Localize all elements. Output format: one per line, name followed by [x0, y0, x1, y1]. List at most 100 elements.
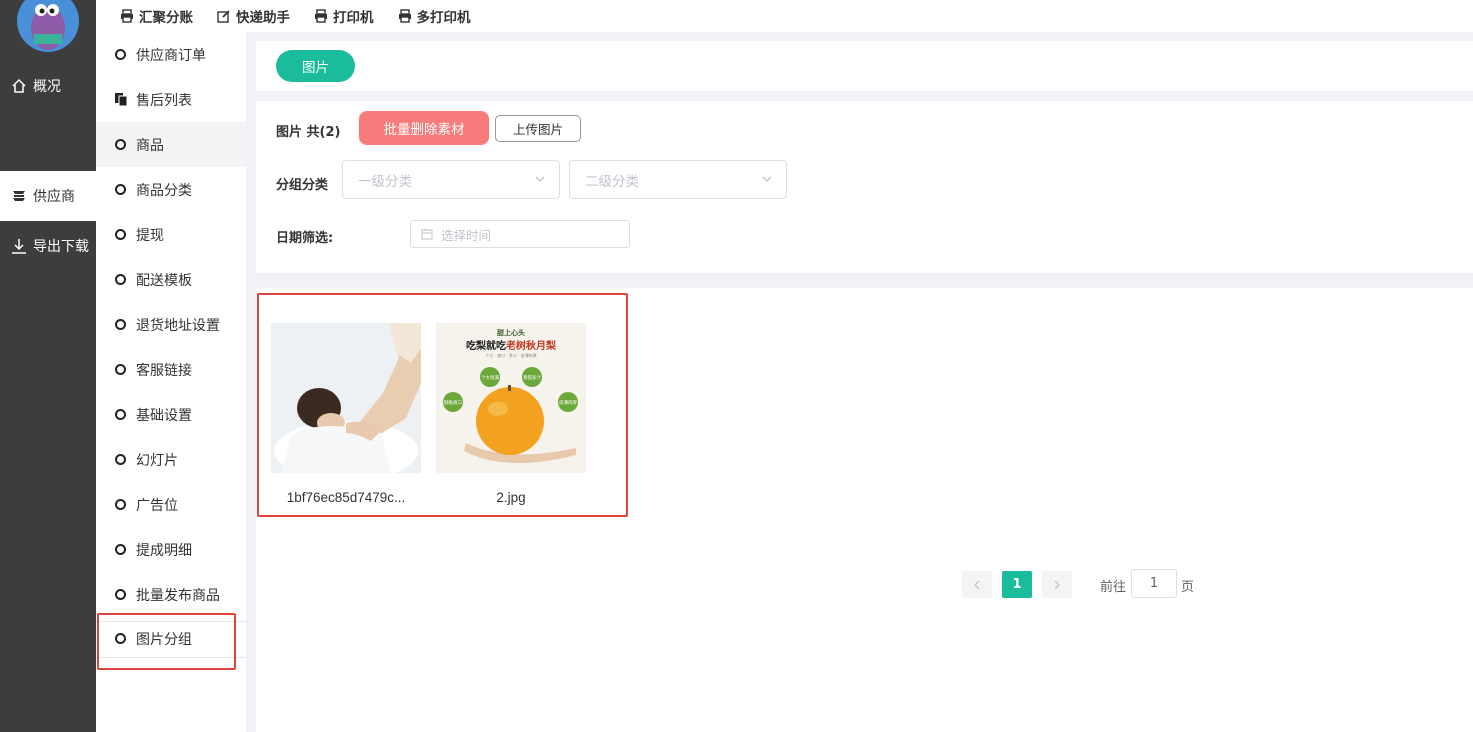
avatar[interactable]: [17, 0, 79, 52]
poster-tagline: 个大 · 爽口 · 多汁 · 皮薄肉厚: [485, 352, 536, 358]
menu-item-withdraw[interactable]: 提现: [96, 212, 246, 257]
menu-item-label: 提成明细: [136, 542, 192, 559]
date-placeholder: 选择时间: [441, 227, 492, 243]
menu-item-basic-settings[interactable]: 基础设置: [96, 392, 246, 437]
menu-item-supplier-orders[interactable]: 供应商订单: [96, 32, 246, 77]
date-filter-label: 日期筛选:: [276, 231, 334, 246]
level1-category-select[interactable]: 一级分类: [342, 160, 560, 199]
circle-icon: [115, 364, 126, 375]
image-count-title: 图片 共(2): [276, 125, 341, 140]
menu-item-label: 配送模板: [136, 272, 192, 289]
menu-item-service-link[interactable]: 客服链接: [96, 347, 246, 392]
circle-icon: [115, 229, 126, 240]
circle-icon: [115, 499, 126, 510]
menu-item-products[interactable]: 商品: [96, 122, 246, 167]
chevron-down-icon: [535, 176, 545, 182]
menu-item-delivery-template[interactable]: 配送模板: [96, 257, 246, 302]
circle-icon: [115, 274, 126, 285]
circle-icon: [115, 544, 126, 555]
top-btn-label: 打印机: [333, 10, 374, 26]
menu-item-label: 商品: [136, 137, 164, 154]
copy-icon: [115, 93, 128, 107]
poster-brand: 甜上心头: [497, 328, 525, 337]
rail-item-supplier[interactable]: 供应商: [0, 171, 96, 221]
select-placeholder: 二级分类: [585, 173, 639, 190]
print-icon: [314, 9, 328, 23]
secondary-menu: 供应商订单 售后列表 商品 商品分类 提现 配送模板 退货地址设置 客服链接 基…: [96, 32, 246, 732]
select-placeholder: 一级分类: [358, 173, 412, 190]
poster-headline-b: 老树秋月梨: [505, 339, 557, 352]
edit-icon: [217, 9, 231, 23]
page-number-current[interactable]: 1: [1002, 571, 1032, 598]
top-btn-label: 汇聚分账: [139, 10, 193, 26]
menu-item-label: 广告位: [136, 497, 178, 514]
circle-icon: [115, 454, 126, 465]
image-name: 2.jpg: [496, 490, 526, 505]
circle-icon: [115, 589, 126, 600]
top-btn-printer[interactable]: 打印机: [314, 6, 374, 26]
circle-icon: [115, 184, 126, 195]
menu-item-label: 基础设置: [136, 407, 192, 424]
poster-badge: 个大饱满: [481, 374, 499, 381]
images-panel: 1bf76ec85d7479c... 甜上心头 吃梨就吃老树秋月梨 个大 · 爽…: [256, 288, 1473, 732]
top-toolbar: 汇聚分账 快递助手 打印机 多打印机: [96, 0, 1473, 32]
top-btn-multi-printer[interactable]: 多打印机: [398, 6, 471, 26]
filter-panel: 图片 共(2) 批量删除素材 上传图片 分组分类 一级分类 二级分类 日期筛选:…: [256, 101, 1473, 273]
menu-item-label: 批量发布商品: [136, 587, 220, 604]
top-btn-label: 多打印机: [416, 10, 471, 26]
menu-item-label: 客服链接: [136, 362, 192, 379]
menu-item-batch-publish[interactable]: 批量发布商品: [96, 572, 246, 617]
menu-divider: [96, 657, 246, 658]
chevron-down-icon: [762, 176, 772, 182]
top-btn-split[interactable]: 汇聚分账: [120, 6, 193, 26]
menu-item-image-groups[interactable]: 图片分组: [96, 616, 246, 661]
chevron-left-icon: [974, 580, 980, 589]
batch-delete-button[interactable]: 批量删除素材: [359, 111, 489, 145]
goto-label: 前往: [1100, 580, 1127, 595]
poster-badge: 酥脆爽口: [444, 399, 462, 406]
home-icon: [10, 77, 28, 95]
poster-badge: 香甜多汁: [523, 374, 541, 381]
menu-item-label: 提现: [136, 227, 164, 244]
menu-item-slideshow[interactable]: 幻灯片: [96, 437, 246, 482]
menu-item-label: 售后列表: [136, 92, 192, 109]
supplier-icon: [10, 187, 28, 205]
top-btn-label: 快递助手: [236, 10, 290, 26]
prev-page-button[interactable]: [962, 571, 992, 598]
print-icon: [398, 9, 412, 23]
menu-item-label: 图片分组: [136, 631, 192, 648]
left-rail: 概况 供应商 导出下载: [0, 0, 96, 732]
menu-item-commission-detail[interactable]: 提成明细: [96, 527, 246, 572]
rail-item-label: 导出下载: [33, 239, 89, 255]
top-btn-express[interactable]: 快递助手: [217, 6, 290, 26]
menu-item-label: 供应商订单: [136, 47, 206, 64]
upload-image-button[interactable]: 上传图片: [495, 115, 581, 142]
image-thumb-pear[interactable]: 甜上心头 吃梨就吃老树秋月梨 个大 · 爽口 · 多汁 · 皮薄肉厚 个大饱满 …: [436, 323, 586, 473]
rail-item-overview[interactable]: 概况: [0, 61, 96, 111]
rail-item-export[interactable]: 导出下载: [0, 221, 96, 271]
svg-text:吃梨就吃老树秋月梨: 吃梨就吃老树秋月梨: [466, 339, 557, 352]
menu-item-label: 幻灯片: [136, 452, 178, 469]
tabs-panel: 图片: [256, 41, 1473, 91]
next-page-button[interactable]: [1042, 571, 1072, 598]
download-icon: [10, 237, 28, 255]
menu-item-product-categories[interactable]: 商品分类: [96, 167, 246, 212]
menu-item-ad-slot[interactable]: 广告位: [96, 482, 246, 527]
poster-headline-a: 吃梨就吃: [466, 339, 506, 352]
circle-icon: [115, 49, 126, 60]
rail-item-label: 概况: [33, 79, 61, 95]
circle-icon: [115, 139, 126, 150]
menu-item-label: 退货地址设置: [136, 317, 220, 334]
menu-item-after-sales[interactable]: 售后列表: [96, 77, 246, 122]
image-thumb-massage[interactable]: [271, 323, 421, 473]
chevron-right-icon: [1054, 580, 1060, 589]
goto-page-input[interactable]: [1131, 569, 1177, 598]
menu-item-label: 商品分类: [136, 182, 192, 199]
poster-badge: 皮薄肉厚: [559, 399, 577, 406]
group-filter-label: 分组分类: [276, 178, 329, 193]
menu-item-return-address[interactable]: 退货地址设置: [96, 302, 246, 347]
circle-icon: [115, 633, 126, 644]
tab-images[interactable]: 图片: [276, 50, 355, 82]
date-picker-input[interactable]: 选择时间: [410, 220, 630, 248]
level2-category-select[interactable]: 二级分类: [569, 160, 787, 199]
